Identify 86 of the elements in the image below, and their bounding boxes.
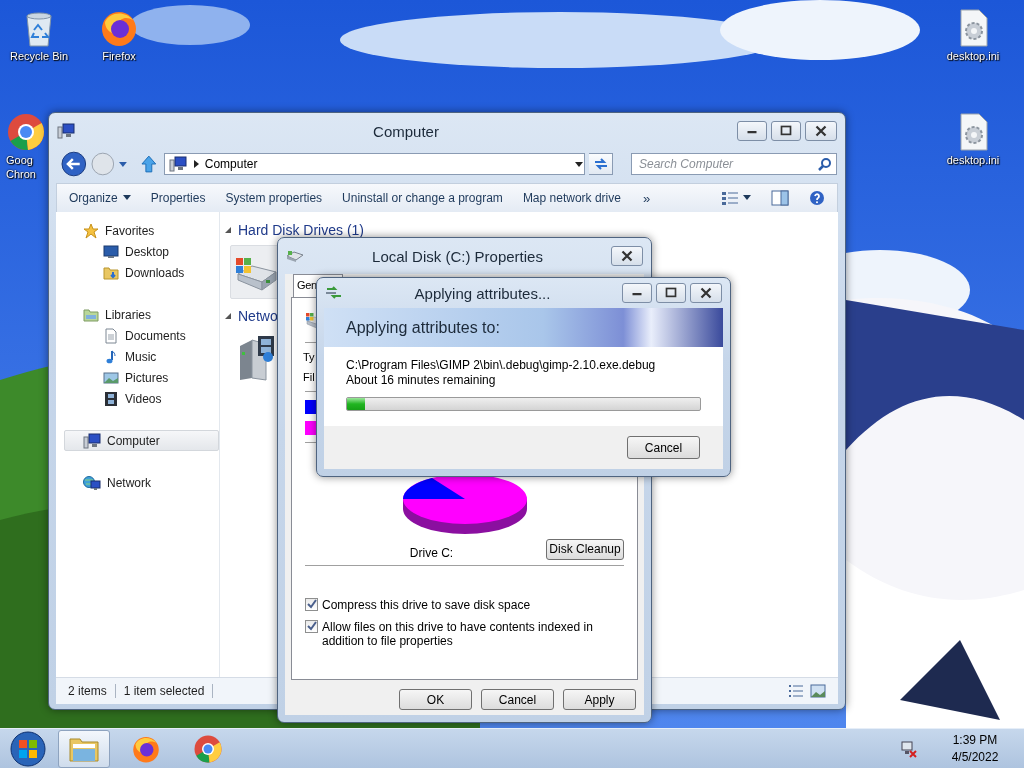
help-icon[interactable] bbox=[809, 190, 825, 206]
window-title: Computer bbox=[372, 122, 440, 140]
clock-date: 4/5/2022 bbox=[951, 750, 999, 764]
drive-label: Drive C: bbox=[408, 545, 455, 560]
desktop-icon-label: Chron bbox=[6, 168, 36, 180]
nav-item[interactable]: Downloads bbox=[64, 262, 219, 283]
checkbox-label: Allow files on this drive to have contents indexed in addition to file properties bbox=[322, 620, 594, 648]
clock-time: 1:39 PM bbox=[952, 733, 998, 747]
preview-pane-button[interactable] bbox=[771, 190, 789, 206]
collapse-triangle-icon[interactable] bbox=[224, 312, 232, 320]
computer-icon bbox=[57, 123, 75, 139]
network-icon bbox=[83, 474, 101, 491]
field-label: Fil bbox=[303, 370, 315, 385]
start-button[interactable] bbox=[10, 730, 46, 767]
checkbox[interactable] bbox=[305, 598, 318, 611]
toolbar-button[interactable]: Organize bbox=[61, 188, 139, 208]
field-label: Ty bbox=[303, 350, 315, 365]
nav-item[interactable]: Videos bbox=[64, 388, 219, 409]
folder-icon bbox=[83, 306, 99, 323]
computer-icon bbox=[83, 432, 101, 449]
chrome-icon[interactable] bbox=[193, 733, 223, 764]
nav-item[interactable]: Pictures bbox=[64, 367, 219, 388]
caret-icon[interactable] bbox=[743, 195, 751, 201]
window-title: Local Disk (C:) Properties bbox=[371, 247, 544, 265]
maximize-button[interactable] bbox=[656, 283, 686, 303]
file-transfer-icon bbox=[325, 286, 343, 300]
chevron-icon bbox=[192, 160, 199, 168]
minimize-button[interactable] bbox=[737, 121, 767, 141]
toolbar-button[interactable]: Uninstall or change a program bbox=[334, 188, 511, 208]
network-status-icon[interactable] bbox=[900, 739, 918, 758]
dialog-button[interactable]: OK bbox=[399, 689, 472, 710]
film-icon bbox=[103, 390, 119, 407]
close-button[interactable] bbox=[611, 246, 643, 266]
search-icon[interactable] bbox=[818, 157, 832, 171]
status-text: 1 item selected bbox=[123, 684, 214, 698]
maximize-button[interactable] bbox=[771, 121, 801, 141]
nav-item[interactable]: Favorites bbox=[64, 220, 219, 241]
toolbar-button[interactable]: System properties bbox=[217, 188, 331, 208]
dialog-button[interactable]: Cancel bbox=[481, 689, 554, 710]
section-heading: Netwo bbox=[238, 308, 278, 324]
desktop-icon-label: Goog bbox=[6, 154, 33, 166]
checkbox[interactable] bbox=[305, 620, 318, 633]
large-icons-view-icon[interactable] bbox=[810, 684, 826, 698]
status-text: 2 items bbox=[68, 684, 116, 698]
file-path: C:\Program Files\GIMP 2\bin\.debug\gimp-2.10.exe.debug bbox=[346, 358, 657, 373]
view-options-button[interactable] bbox=[721, 190, 751, 206]
collapse-triangle-icon[interactable] bbox=[224, 226, 232, 234]
nav-item[interactable]: Music bbox=[64, 346, 219, 367]
nav-item[interactable]: Documents bbox=[64, 325, 219, 346]
folder-icon bbox=[103, 264, 119, 281]
more-commands-button[interactable]: » bbox=[632, 190, 661, 206]
caret-icon[interactable] bbox=[122, 195, 131, 201]
nav-item[interactable]: Desktop bbox=[64, 241, 219, 262]
time-remaining: About 16 minutes remaining bbox=[346, 373, 497, 388]
window-title: Applying attributes... bbox=[413, 284, 552, 302]
toolbar-button[interactable]: Properties bbox=[142, 188, 214, 208]
desktop-icon-label: desktop.ini bbox=[946, 50, 1000, 62]
computer-icon bbox=[168, 156, 187, 172]
desktop-icon-label: desktop.ini bbox=[946, 154, 1000, 166]
caret-icon[interactable] bbox=[574, 160, 585, 168]
address-field[interactable]: Computer bbox=[163, 153, 586, 175]
drive-icon bbox=[286, 249, 304, 263]
dialog-button[interactable]: Apply bbox=[563, 689, 636, 710]
nav-item[interactable]: Libraries bbox=[64, 304, 219, 325]
dialog-heading: Applying attributes to: bbox=[346, 318, 500, 337]
section-heading: Hard Disk Drives (1) bbox=[238, 222, 364, 238]
desktop-icon-label: Firefox bbox=[102, 50, 136, 62]
taskbar-button[interactable] bbox=[58, 729, 110, 768]
cancel-button[interactable]: Cancel bbox=[627, 436, 700, 459]
search-field[interactable]: Search Computer bbox=[631, 153, 837, 175]
chrome-icon[interactable] bbox=[6, 112, 46, 152]
nav-item[interactable]: Network bbox=[64, 472, 219, 493]
nav-item[interactable]: Computer bbox=[64, 430, 219, 451]
back-button[interactable] bbox=[61, 151, 87, 177]
star-icon bbox=[83, 222, 99, 239]
document-icon bbox=[103, 327, 119, 344]
disk-cleanup-button[interactable]: Disk Cleanup bbox=[546, 538, 624, 560]
monitor-icon bbox=[103, 243, 119, 260]
close-button[interactable] bbox=[690, 283, 722, 303]
minimize-button[interactable] bbox=[622, 283, 652, 303]
checkbox-label: Compress this drive to save disk space bbox=[322, 598, 531, 612]
toolbar-button[interactable]: Map network drive bbox=[514, 188, 629, 208]
details-view-icon[interactable] bbox=[788, 684, 804, 698]
desktop-icon-label: Recycle Bin bbox=[9, 50, 69, 62]
picture-icon bbox=[103, 369, 119, 386]
close-button[interactable] bbox=[805, 121, 837, 141]
